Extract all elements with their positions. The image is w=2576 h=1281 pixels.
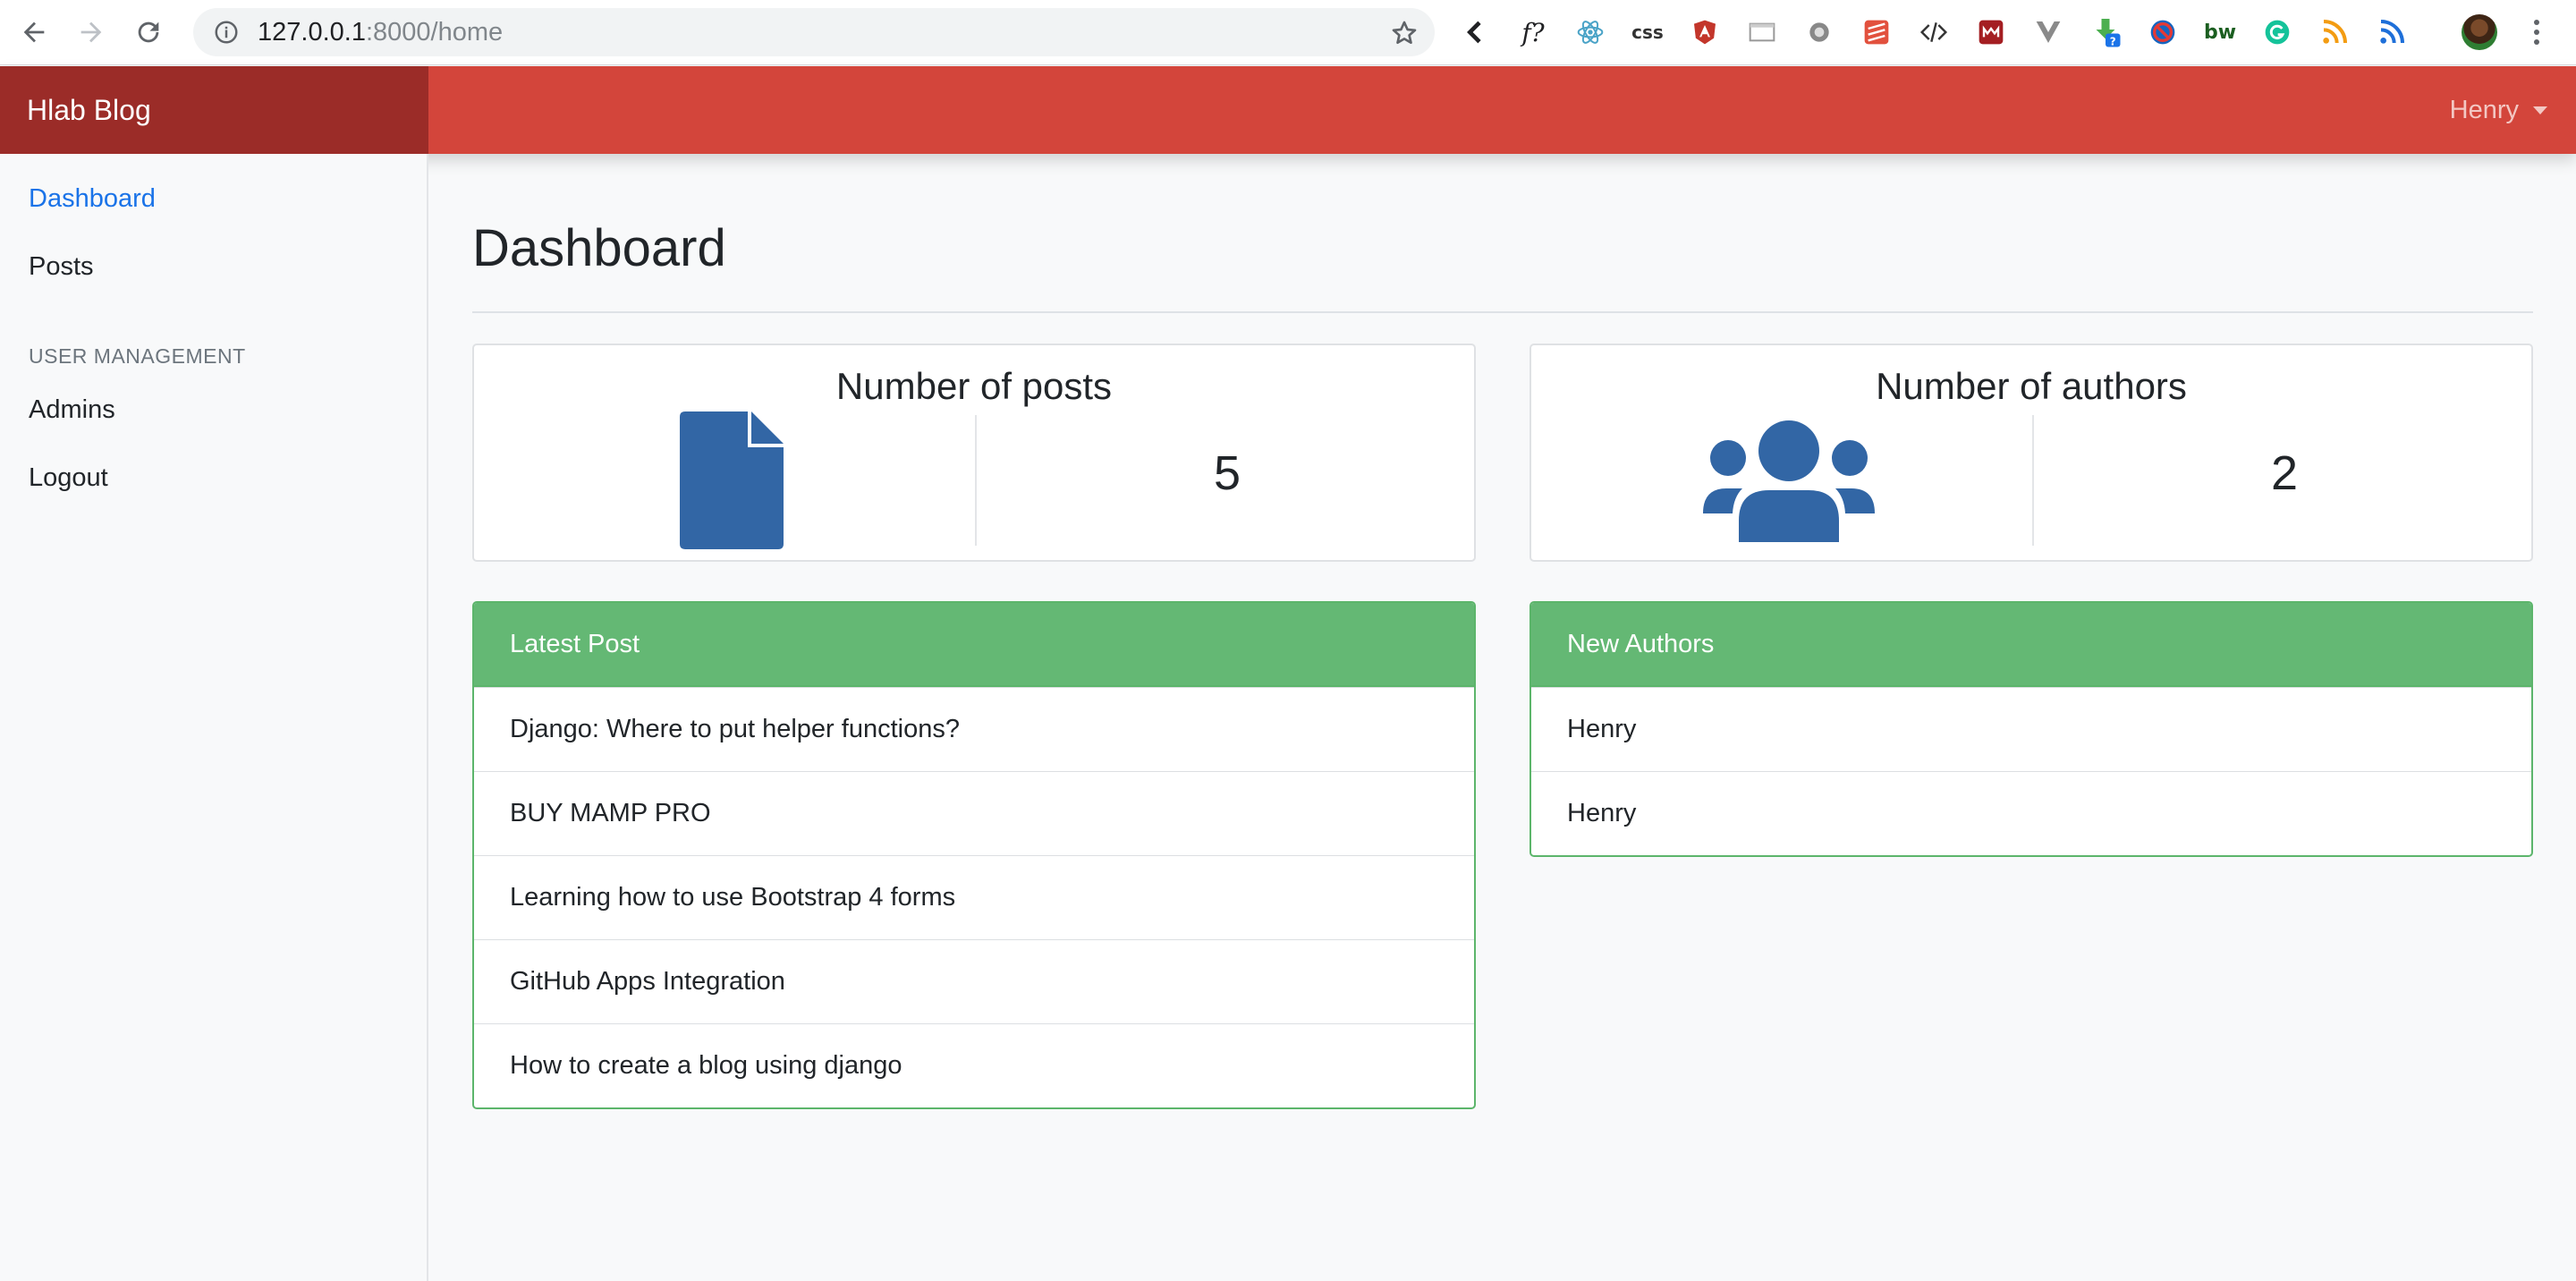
panel-header: Latest Post bbox=[474, 603, 1474, 687]
download-badge-extension-icon[interactable]: ? bbox=[2088, 14, 2123, 50]
sidebar-item-logout[interactable]: Logout bbox=[29, 463, 108, 493]
app-navbar: Hlab Blog Henry bbox=[0, 66, 2576, 154]
list-item[interactable]: Henry bbox=[1531, 771, 2531, 855]
gear-extension-icon[interactable] bbox=[1801, 14, 1837, 50]
code-extension-icon[interactable] bbox=[1916, 14, 1952, 50]
browser-menu-icon[interactable] bbox=[2526, 16, 2547, 48]
caret-down-icon bbox=[2533, 106, 2547, 115]
new-authors-panel: New Authors Henry Henry bbox=[1530, 601, 2533, 857]
back-chevron-extension-icon[interactable] bbox=[1458, 14, 1494, 50]
list-item[interactable]: BUY MAMP PRO bbox=[474, 771, 1474, 855]
reload-icon bbox=[138, 21, 159, 43]
arrow-right-icon bbox=[80, 21, 102, 43]
rss-blue-extension-icon[interactable] bbox=[2374, 14, 2410, 50]
brand-logo[interactable]: Hlab Blog bbox=[0, 66, 428, 154]
rss-extension-icon[interactable] bbox=[2317, 14, 2352, 50]
stack-extension-icon[interactable] bbox=[1859, 14, 1894, 50]
title-divider bbox=[472, 311, 2533, 313]
stat-title: Number of posts bbox=[835, 365, 1113, 407]
css-extension-icon[interactable]: css bbox=[1630, 14, 1665, 50]
user-dropdown[interactable]: Henry bbox=[2450, 66, 2547, 154]
browser-toolbar: 127.0.0.1:8000/home f? css ? bw bbox=[0, 0, 2576, 65]
sidebar: Dashboard Posts USER MANAGEMENT Admins L… bbox=[0, 154, 428, 1281]
bw-extension-icon[interactable]: bw bbox=[2202, 14, 2238, 50]
browser-profile-avatar[interactable] bbox=[2462, 14, 2497, 50]
panel-header: New Authors bbox=[1531, 603, 2531, 687]
stat-value: 2 bbox=[2270, 446, 2299, 500]
stat-card-posts: Number of posts 5 bbox=[472, 344, 1476, 562]
url-text[interactable]: 127.0.0.1:8000/home bbox=[258, 18, 503, 47]
arrow-left-icon bbox=[23, 21, 45, 43]
list-item[interactable]: Henry bbox=[1531, 687, 2531, 771]
reload-button[interactable] bbox=[127, 11, 170, 54]
sidebar-section-heading: USER MANAGEMENT bbox=[29, 344, 246, 368]
react-extension-icon[interactable] bbox=[1572, 14, 1608, 50]
bookmark-star-icon[interactable] bbox=[1390, 19, 1419, 47]
extensions-row: f? css ? bw bbox=[1458, 13, 2431, 52]
stat-value: 5 bbox=[1213, 446, 1241, 500]
list-item[interactable]: Django: Where to put helper functions? bbox=[474, 687, 1474, 771]
vue-extension-icon[interactable] bbox=[2030, 14, 2066, 50]
angular-extension-icon[interactable] bbox=[1687, 14, 1723, 50]
forward-button[interactable] bbox=[70, 11, 113, 54]
window-extension-icon[interactable] bbox=[1744, 14, 1780, 50]
back-button[interactable] bbox=[13, 11, 55, 54]
list-item[interactable]: Learning how to use Bootstrap 4 forms bbox=[474, 855, 1474, 939]
stat-title: Number of authors bbox=[1876, 365, 2187, 407]
svg-text:?: ? bbox=[2110, 35, 2116, 47]
list-item[interactable]: GitHub Apps Integration bbox=[474, 939, 1474, 1023]
grammarly-extension-icon[interactable] bbox=[2259, 14, 2295, 50]
stat-card-authors: Number of authors 2 bbox=[1530, 344, 2533, 562]
latest-posts-panel: Latest Post Django: Where to put helper … bbox=[472, 601, 1476, 1109]
block-extension-icon[interactable] bbox=[2145, 14, 2181, 50]
user-name: Henry bbox=[2449, 95, 2519, 124]
sidebar-item-admins[interactable]: Admins bbox=[29, 395, 115, 425]
sidebar-item-dashboard[interactable]: Dashboard bbox=[29, 184, 156, 214]
info-icon[interactable] bbox=[213, 19, 240, 46]
users-icon bbox=[1703, 420, 1875, 542]
sidebar-item-posts[interactable]: Posts bbox=[29, 252, 94, 282]
address-bar[interactable]: 127.0.0.1:8000/home bbox=[193, 8, 1435, 56]
page-title: Dashboard bbox=[472, 219, 726, 277]
list-item[interactable]: How to create a blog using django bbox=[474, 1023, 1474, 1107]
file-icon bbox=[680, 411, 784, 549]
fx-extension-icon[interactable]: f? bbox=[1515, 14, 1551, 50]
m-extension-icon[interactable] bbox=[1973, 14, 2009, 50]
